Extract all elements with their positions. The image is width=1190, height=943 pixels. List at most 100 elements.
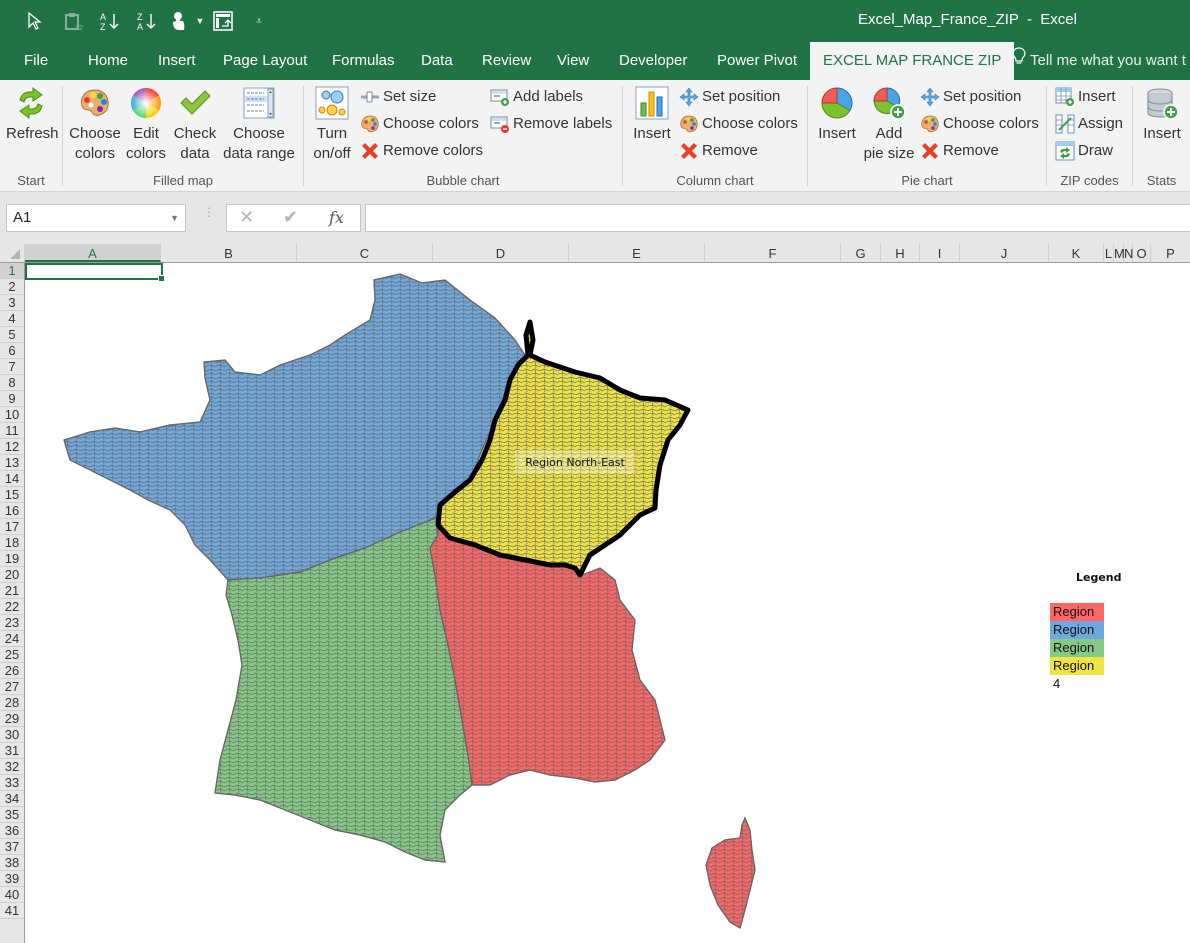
column-choose-colors-button[interactable]: Choose colors (679, 112, 798, 136)
column-header-o[interactable]: O (1133, 244, 1151, 262)
row-header-22[interactable]: 22 (0, 599, 24, 615)
column-header-i[interactable]: I (920, 244, 960, 262)
customize-qat-icon[interactable]: ⩡ (248, 10, 270, 32)
row-header-19[interactable]: 19 (0, 551, 24, 567)
column-header-c[interactable]: C (297, 244, 433, 262)
column-header-l[interactable]: L (1104, 244, 1114, 262)
row-header-33[interactable]: 33 (0, 775, 24, 791)
refresh-button[interactable]: Refresh (6, 86, 59, 144)
row-header-20[interactable]: 20 (0, 567, 24, 583)
row-header-37[interactable]: 37 (0, 839, 24, 855)
edit-colors-button[interactable]: Edit colors (125, 86, 167, 164)
tab-excel-map-france-zip[interactable]: EXCEL MAP FRANCE ZIP (810, 42, 1015, 80)
formula-bar-grip-icon[interactable]: ⋮ (203, 206, 215, 218)
column-header-a[interactable]: A (25, 244, 161, 262)
cancel-icon[interactable]: ✕ (239, 207, 254, 228)
row-header-31[interactable]: 31 (0, 743, 24, 759)
row-header-1[interactable]: 1 (0, 263, 24, 279)
tab-page-layout[interactable]: Page Layout (223, 42, 307, 80)
enter-icon[interactable]: ✔ (283, 207, 298, 228)
clipboard-icon[interactable]: 12 (62, 10, 84, 32)
row-header-16[interactable]: 16 (0, 503, 24, 519)
remove-colors-button[interactable]: Remove colors (360, 139, 483, 163)
column-header-p[interactable]: P (1151, 244, 1190, 262)
stats-insert-button[interactable]: Insert (1139, 86, 1185, 144)
pie-remove-button[interactable]: Remove (920, 139, 999, 163)
chevron-down-icon[interactable]: ▼ (170, 205, 179, 231)
row-header-40[interactable]: 40 (0, 887, 24, 903)
row-header-35[interactable]: 35 (0, 807, 24, 823)
worksheet[interactable]: Region North-East Legend Region 1 Region… (25, 263, 1190, 943)
row-header-13[interactable]: 13 (0, 455, 24, 471)
zip-insert-button[interactable]: Insert (1055, 85, 1116, 109)
check-data-button[interactable]: Check data (171, 86, 219, 164)
column-header-g[interactable]: G (841, 244, 881, 262)
row-header-41[interactable]: 41 (0, 903, 24, 919)
row-header-26[interactable]: 26 (0, 663, 24, 679)
column-insert-button[interactable]: Insert (629, 86, 675, 144)
column-header-b[interactable]: B (161, 244, 297, 262)
turn-onoff-button[interactable]: Turn on/off (308, 86, 356, 164)
select-all-corner[interactable] (0, 244, 25, 262)
pie-set-position-button[interactable]: Set position (920, 85, 1021, 109)
select-objects-icon[interactable] (24, 10, 46, 32)
row-header-14[interactable]: 14 (0, 471, 24, 487)
row-header-10[interactable]: 10 (0, 407, 24, 423)
row-header-7[interactable]: 7 (0, 359, 24, 375)
refresh-table-icon[interactable] (212, 10, 234, 32)
row-header-21[interactable]: 21 (0, 583, 24, 599)
row-header-2[interactable]: 2 (0, 279, 24, 295)
row-header-27[interactable]: 27 (0, 679, 24, 695)
region-1-south-east[interactable] (429, 517, 756, 929)
choose-colors-button[interactable]: Choose colors (67, 86, 123, 164)
column-header-k[interactable]: K (1049, 244, 1104, 262)
row-header-15[interactable]: 15 (0, 487, 24, 503)
remove-labels-button[interactable]: Remove labels (490, 112, 612, 136)
column-header-m[interactable]: M (1114, 244, 1125, 262)
pie-choose-colors-button[interactable]: Choose colors (920, 112, 1039, 136)
row-header-12[interactable]: 12 (0, 439, 24, 455)
row-header-23[interactable]: 23 (0, 615, 24, 631)
choose-data-range-button[interactable]: Choose data range (221, 86, 297, 164)
bubble-choose-colors-button[interactable]: Choose colors (360, 112, 479, 136)
dropdown-arrow-icon[interactable]: ▼ (189, 10, 211, 32)
row-header-30[interactable]: 30 (0, 727, 24, 743)
row-header-38[interactable]: 38 (0, 855, 24, 871)
zip-assign-button[interactable]: Assign (1055, 112, 1123, 136)
tab-review[interactable]: Review (482, 42, 531, 80)
tab-home[interactable]: Home (88, 42, 128, 80)
row-header-9[interactable]: 9 (0, 391, 24, 407)
add-labels-button[interactable]: Add labels (490, 85, 583, 109)
name-box[interactable]: A1 ▼ (6, 204, 186, 232)
row-header-28[interactable]: 28 (0, 695, 24, 711)
tab-formulas[interactable]: Formulas (332, 42, 395, 80)
row-header-5[interactable]: 5 (0, 327, 24, 343)
column-header-d[interactable]: D (433, 244, 569, 262)
row-header-25[interactable]: 25 (0, 647, 24, 663)
column-set-position-button[interactable]: Set position (679, 85, 780, 109)
row-header-4[interactable]: 4 (0, 311, 24, 327)
column-header-n[interactable]: N (1124, 244, 1133, 262)
row-header-24[interactable]: 24 (0, 631, 24, 647)
row-header-6[interactable]: 6 (0, 343, 24, 359)
row-header-29[interactable]: 29 (0, 711, 24, 727)
tab-insert[interactable]: Insert (158, 42, 196, 80)
formula-input[interactable] (365, 204, 1190, 232)
column-header-e[interactable]: E (569, 244, 705, 262)
tab-developer[interactable]: Developer (619, 42, 687, 80)
row-header-8[interactable]: 8 (0, 375, 24, 391)
sort-descending-icon[interactable]: ZA (136, 10, 158, 32)
tell-me-search[interactable]: Tell me what you want t (1012, 42, 1186, 80)
sort-ascending-icon[interactable]: AZ (99, 10, 121, 32)
touch-mode-icon[interactable] (168, 10, 190, 32)
row-header-11[interactable]: 11 (0, 423, 24, 439)
row-header-17[interactable]: 17 (0, 519, 24, 535)
add-pie-size-button[interactable]: Add pie size (862, 86, 916, 164)
zip-draw-button[interactable]: Draw (1055, 139, 1113, 163)
tab-file[interactable]: File (24, 42, 48, 80)
row-header-3[interactable]: 3 (0, 295, 24, 311)
set-size-button[interactable]: Set size (360, 85, 436, 109)
pie-insert-button[interactable]: Insert (814, 86, 860, 144)
row-header-34[interactable]: 34 (0, 791, 24, 807)
row-header-18[interactable]: 18 (0, 535, 24, 551)
